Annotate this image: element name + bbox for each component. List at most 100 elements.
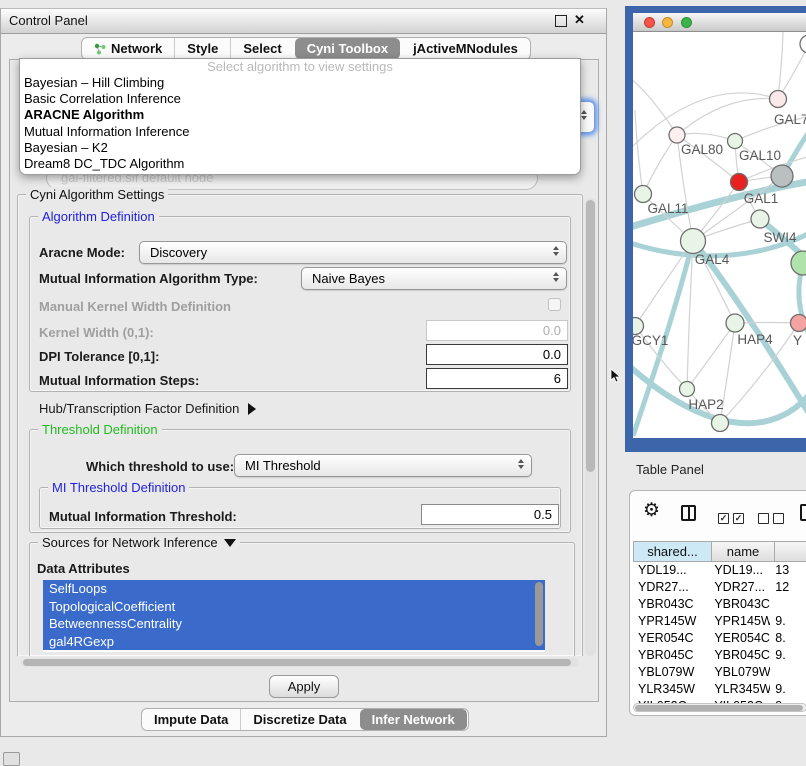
table-cell: 12: [770, 579, 806, 596]
tab-discretize-data[interactable]: Discretize Data: [240, 709, 358, 730]
dropdown-item[interactable]: ARACNE Algorithm: [20, 107, 580, 123]
select-all-columns-icon[interactable]: ✓ ✓: [718, 513, 744, 524]
attribute-list-item[interactable]: BetweennessCentrality: [43, 615, 545, 633]
table-cell: YBR043C: [633, 596, 709, 613]
algorithm-dropdown-placeholder: Select algorithm to view settings: [20, 59, 580, 75]
table-row[interactable]: YBR045CYBR045C9.: [633, 647, 806, 664]
network-node-hap4[interactable]: [726, 314, 744, 332]
attribute-list-item[interactable]: SelfLoops: [43, 580, 545, 598]
network-node-label: HAP2: [688, 397, 723, 412]
expanded-arrow-icon[interactable]: [224, 539, 236, 547]
tab-infer-network[interactable]: Infer Network: [360, 709, 467, 730]
network-edge[interactable]: [643, 135, 677, 194]
table-row[interactable]: YPR145WYPR145W9.: [633, 613, 806, 630]
deselect-all-columns-icon[interactable]: [758, 513, 784, 524]
control-panel-titlebar: Control Panel ✕: [1, 9, 606, 34]
minimize-traffic-light-icon[interactable]: [662, 17, 673, 28]
table-row[interactable]: YBR043CYBR043C: [633, 596, 806, 613]
network-node-swi4[interactable]: [751, 210, 769, 228]
combo-stepper-icon: [553, 246, 559, 256]
network-node-gcy1[interactable]: [633, 318, 644, 335]
network-node-gal1[interactable]: [731, 174, 748, 191]
table-cell: YPR145W: [633, 613, 709, 630]
network-node-gal4[interactable]: [681, 229, 706, 254]
table-cell: YDR27...: [633, 579, 709, 596]
network-edge[interactable]: [677, 133, 735, 141]
dpi-tolerance-field[interactable]: 0.0: [426, 344, 568, 365]
which-threshold-combo[interactable]: MI Threshold: [234, 454, 532, 477]
mi-threshold-label: Mutual Information Threshold:: [49, 509, 237, 524]
attribute-list-item[interactable]: gal4RGexp: [43, 633, 545, 651]
float-window-icon[interactable]: [555, 15, 567, 27]
dropdown-item[interactable]: Bayesian – Hill Climbing: [20, 75, 580, 91]
network-node[interactable]: [712, 415, 729, 432]
close-icon[interactable]: ✕: [574, 12, 585, 28]
table-header-cell[interactable]: [775, 541, 806, 562]
close-traffic-light-icon[interactable]: [644, 17, 655, 28]
collapsed-arrow-icon[interactable]: [248, 403, 256, 415]
top-tabs: NetworkStyle Select Cyni ToolboxjActiveMNo…: [81, 37, 531, 60]
table-cell: YLR345W: [633, 681, 709, 698]
network-edge[interactable]: [635, 110, 643, 194]
network-node-gal7[interactable]: [770, 91, 787, 108]
network-canvas[interactable]: GAL7GAL80GAL10GAL1GAL11SWI4GAL4GCY1HAP4Y…: [633, 32, 806, 438]
list-scrollbar[interactable]: [535, 582, 543, 646]
network-node-gal11[interactable]: [635, 186, 652, 203]
mi-steps-label: Mutual Information Steps:: [39, 373, 199, 388]
tab-jactivemnodules[interactable]: jActiveMNodules: [401, 38, 530, 59]
mi-steps-field[interactable]: 6: [426, 368, 568, 389]
manual-kernel-width-checkbox[interactable]: [548, 298, 561, 311]
network-node-gal10[interactable]: [728, 134, 743, 149]
scrollbar-thumb[interactable]: [635, 705, 803, 711]
kernel-width-field[interactable]: 0.0: [426, 320, 568, 341]
tab-network[interactable]: Network: [82, 38, 174, 59]
settings-horizontal-scrollbar[interactable]: [21, 658, 579, 667]
mi-algorithm-type-combo[interactable]: Naive Bayes: [301, 267, 567, 290]
table-row[interactable]: YDR27...YDR27...12: [633, 579, 806, 596]
hub-transcription-section[interactable]: Hub/Transcription Factor Definition: [39, 401, 256, 416]
table-header-cell[interactable]: shared...: [633, 541, 712, 562]
gear-icon[interactable]: ⚙: [643, 499, 660, 522]
algorithm-dropdown-list: Bayesian – Hill ClimbingBasic Correlatio…: [20, 75, 580, 172]
scrollbar-thumb[interactable]: [23, 659, 571, 666]
dropdown-item[interactable]: Dream8 DC_TDC Algorithm: [20, 156, 580, 172]
dock-panel-icon[interactable]: [3, 752, 20, 766]
dropdown-item[interactable]: Mutual Information Inference: [20, 124, 580, 140]
control-panel-title: Control Panel: [9, 13, 88, 28]
tab-label: Select: [243, 41, 281, 56]
table-row[interactable]: YDL19...YDL19...13: [633, 562, 806, 579]
network-node-hap2[interactable]: [680, 382, 695, 397]
network-node-gal80[interactable]: [669, 127, 685, 143]
data-attributes-list[interactable]: SelfLoopsTopologicalCoefficientBetweenne…: [43, 580, 545, 652]
table-horizontal-scrollbar[interactable]: [633, 703, 806, 712]
attribute-list-item[interactable]: TopologicalCoefficient: [43, 598, 545, 616]
combo-stepper-icon: [553, 272, 559, 282]
network-edge[interactable]: [687, 323, 735, 389]
network-node[interactable]: [771, 165, 793, 187]
tab-style[interactable]: Style: [174, 38, 230, 59]
column-layout-icon[interactable]: [681, 505, 696, 521]
zoom-traffic-light-icon[interactable]: [681, 17, 692, 28]
sources-title[interactable]: Sources for Network Inference: [38, 535, 240, 550]
table-row[interactable]: YLR345WYLR345W9.: [633, 681, 806, 698]
tab-select[interactable]: Select: [230, 38, 293, 59]
mi-threshold-field[interactable]: 0.5: [421, 504, 559, 525]
table-row[interactable]: YER054CYER054C8.: [633, 630, 806, 647]
tab-impute-data[interactable]: Impute Data: [142, 709, 240, 730]
aracne-mode-combo[interactable]: Discovery: [139, 241, 567, 264]
scrollbar-thumb[interactable]: [586, 200, 595, 472]
table-row[interactable]: YBL079WYBL079W: [633, 664, 806, 681]
table-header-cell[interactable]: name: [712, 541, 775, 562]
dropdown-item[interactable]: Bayesian – K2: [20, 140, 580, 156]
network-node-y[interactable]: [791, 315, 806, 332]
tab-cyni-toolbox[interactable]: Cyni Toolbox: [295, 38, 400, 59]
network-edge[interactable]: [778, 32, 783, 99]
network-node[interactable]: [791, 251, 806, 275]
dropdown-item[interactable]: Basic Correlation Inference: [20, 91, 580, 107]
network-icon: [94, 43, 106, 55]
network-graph[interactable]: GAL7GAL80GAL10GAL1GAL11SWI4GAL4GCY1HAP4Y…: [633, 32, 806, 438]
export-table-icon[interactable]: [800, 504, 806, 521]
settings-vertical-scrollbar[interactable]: [585, 198, 596, 656]
apply-button[interactable]: Apply: [269, 675, 339, 698]
network-node[interactable]: [800, 35, 806, 53]
